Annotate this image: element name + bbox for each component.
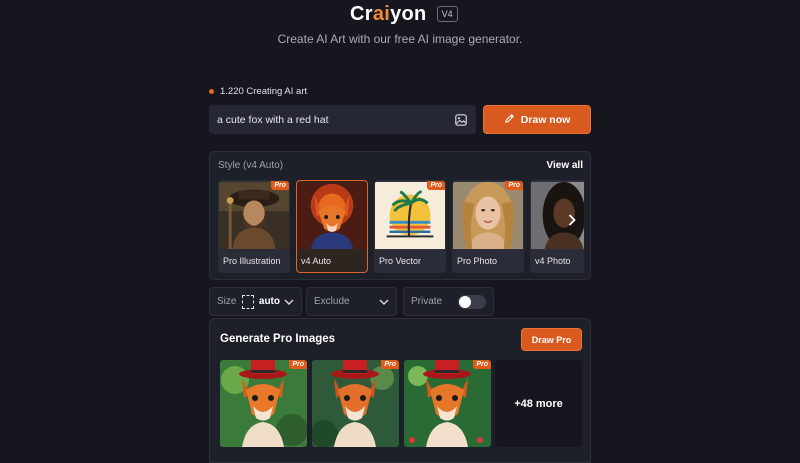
- exclude-select[interactable]: Exclude: [306, 287, 397, 316]
- logo-row: Craiyon V4: [350, 2, 458, 26]
- palm-vector-thumbnail: [375, 181, 445, 250]
- aspect-ratio-icon: [242, 294, 254, 309]
- style-label: v4 Auto: [301, 256, 332, 266]
- draw-now-button[interactable]: Draw now: [483, 105, 591, 134]
- private-option: Private: [403, 287, 494, 316]
- pro-sample-image[interactable]: Pro: [404, 360, 491, 447]
- draw-now-label: Draw now: [520, 113, 571, 126]
- chevron-down-icon: [379, 299, 389, 305]
- exclude-label: Exclude: [314, 296, 350, 307]
- private-label: Private: [411, 296, 443, 307]
- tagline: Create AI Art with our free AI image gen…: [277, 32, 523, 46]
- pro-sample-image[interactable]: Pro: [312, 360, 399, 447]
- style-card-pro-vector[interactable]: Pro Pro Vector: [374, 180, 446, 273]
- pro-badge: Pro: [505, 181, 523, 190]
- chevron-down-icon: [284, 299, 294, 305]
- style-title: Style (v4 Auto): [218, 160, 284, 171]
- style-card-pro-illustration[interactable]: Pro Pro Illustration: [218, 180, 290, 273]
- more-images-label: +48 more: [514, 397, 563, 410]
- draw-pro-button[interactable]: Draw Pro: [521, 328, 582, 351]
- style-card-pro-photo[interactable]: Pro Pro Photo: [452, 180, 524, 273]
- pro-images-panel: Generate Pro Images Draw Pro Pro Pro Pro…: [209, 318, 591, 463]
- pro-badge: Pro: [289, 360, 307, 369]
- status-indicator: 1.220 Creating AI art: [209, 86, 307, 97]
- pro-badge: Pro: [381, 360, 399, 369]
- pro-sample-image[interactable]: Pro: [220, 360, 307, 447]
- status-text: 1.220 Creating AI art: [220, 86, 308, 97]
- style-label: Pro Illustration: [223, 256, 281, 266]
- private-toggle[interactable]: [458, 294, 486, 309]
- woman-portrait-thumbnail: [453, 181, 523, 250]
- prompt-box: [209, 105, 476, 134]
- pro-panel-title: Generate Pro Images: [220, 333, 336, 345]
- size-select[interactable]: Size auto: [209, 287, 302, 316]
- style-label: v4 Photo: [535, 256, 571, 266]
- version-badge: V4: [436, 6, 458, 22]
- more-images-tile[interactable]: +48 more: [495, 360, 582, 447]
- fox-red-hat-image: [404, 360, 491, 447]
- style-card-v4-auto[interactable]: v4 Auto: [296, 180, 368, 273]
- pro-badge: Pro: [271, 181, 289, 190]
- fox-red-hat-image: [220, 360, 307, 447]
- pro-badge: Pro: [473, 360, 491, 369]
- craiyon-logo[interactable]: Craiyon: [350, 3, 427, 26]
- chevron-right-icon[interactable]: [564, 212, 580, 228]
- prompt-input[interactable]: [217, 113, 454, 126]
- size-value: auto: [258, 296, 280, 307]
- view-all-link[interactable]: View all: [546, 160, 583, 171]
- fox-red-hat-image: [312, 360, 399, 447]
- pro-badge: Pro: [427, 181, 445, 190]
- pencil-icon: [504, 113, 515, 127]
- style-label: Pro Photo: [457, 256, 498, 266]
- toggle-knob: [459, 295, 471, 308]
- size-label: Size: [217, 296, 237, 307]
- image-upload-icon[interactable]: [454, 113, 468, 127]
- style-carousel: Pro Pro Illustration v4 Auto Pro Pro Vec…: [218, 180, 584, 274]
- pirate-thumbnail: [219, 181, 289, 250]
- style-panel: Style (v4 Auto) View all Pro Pro Illustr…: [209, 151, 591, 280]
- fox-thumbnail: [297, 181, 367, 250]
- style-label: Pro Vector: [379, 256, 422, 266]
- status-dot-icon: [209, 89, 214, 94]
